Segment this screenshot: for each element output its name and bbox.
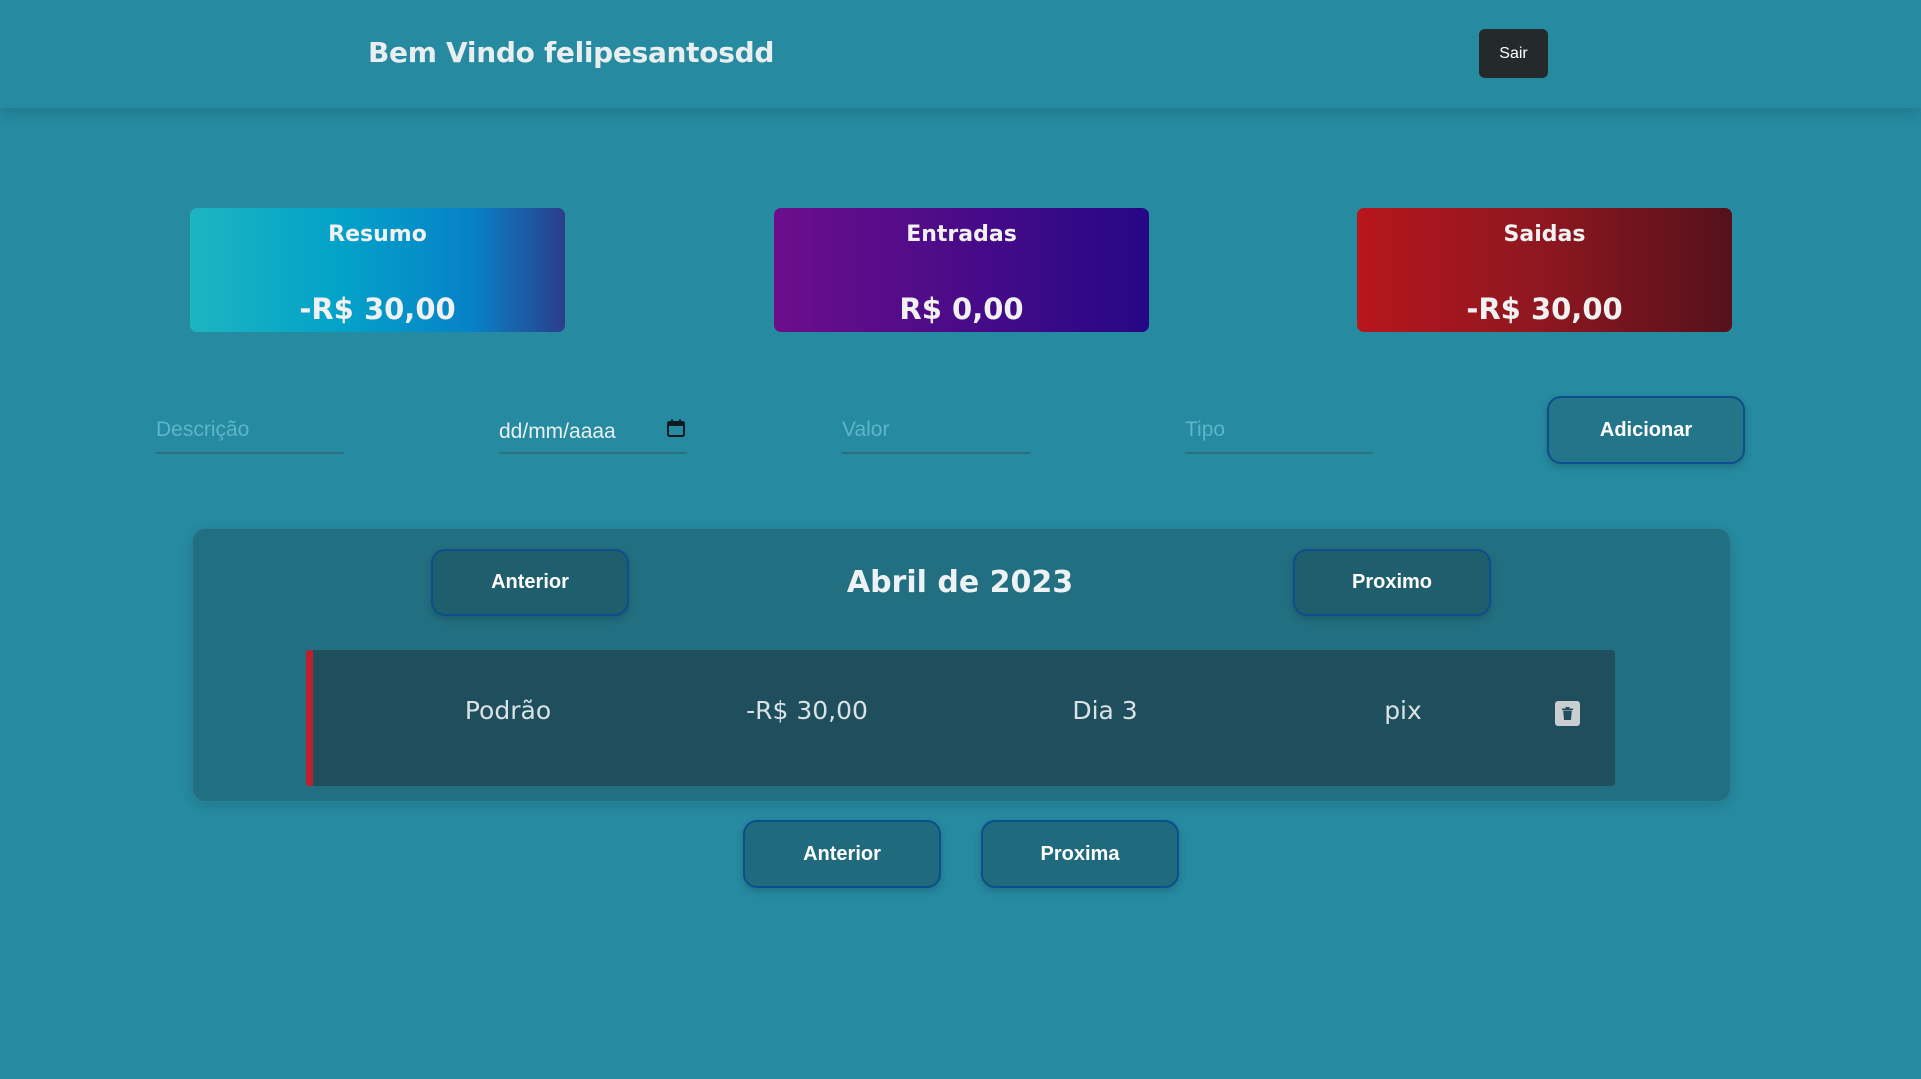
previous-month-button[interactable]: Anterior <box>431 549 629 616</box>
valor-field-wrapper <box>842 410 1030 454</box>
delete-transaction-button[interactable] <box>1555 701 1580 726</box>
calendar-icon[interactable] <box>667 419 685 437</box>
entradas-value: R$ 0,00 <box>899 292 1024 326</box>
resumo-value: -R$ 30,00 <box>299 292 456 326</box>
date-field[interactable]: dd/mm/aaaa <box>499 410 687 454</box>
transaction-type: pix <box>1384 696 1422 725</box>
transaction-row: Podrão -R$ 30,00 Dia 3 pix <box>306 650 1615 786</box>
add-button[interactable]: Adicionar <box>1547 396 1745 464</box>
next-month-button[interactable]: Proximo <box>1293 549 1491 616</box>
transaction-day: Dia 3 <box>1072 696 1138 725</box>
transaction-description: Podrão <box>464 696 552 725</box>
summary-card-resumo: Resumo -R$ 30,00 <box>190 208 565 332</box>
tipo-field-wrapper <box>1185 410 1373 454</box>
summary-card-entradas: Entradas R$ 0,00 <box>774 208 1149 332</box>
saidas-title: Saidas <box>1503 222 1586 247</box>
valor-input[interactable] <box>842 410 1030 450</box>
date-input-text: dd/mm/aaaa <box>499 420 616 443</box>
descricao-input[interactable] <box>156 410 344 450</box>
previous-page-button[interactable]: Anterior <box>743 820 941 888</box>
month-title: Abril de 2023 <box>846 565 1074 600</box>
saidas-value: -R$ 30,00 <box>1466 292 1623 326</box>
transaction-value: -R$ 30,00 <box>746 696 868 725</box>
tipo-input[interactable] <box>1185 410 1373 450</box>
top-header: Bem Vindo felipesantosdd Sair <box>0 0 1921 108</box>
resumo-title: Resumo <box>328 222 427 247</box>
logout-button[interactable]: Sair <box>1479 29 1548 78</box>
trash-icon <box>1562 707 1573 720</box>
entradas-title: Entradas <box>906 222 1017 247</box>
summary-card-saidas: Saidas -R$ 30,00 <box>1357 208 1732 332</box>
welcome-message: Bem Vindo felipesantosdd <box>368 36 775 69</box>
descricao-field-wrapper <box>156 410 344 454</box>
next-page-button[interactable]: Proxima <box>981 820 1179 888</box>
